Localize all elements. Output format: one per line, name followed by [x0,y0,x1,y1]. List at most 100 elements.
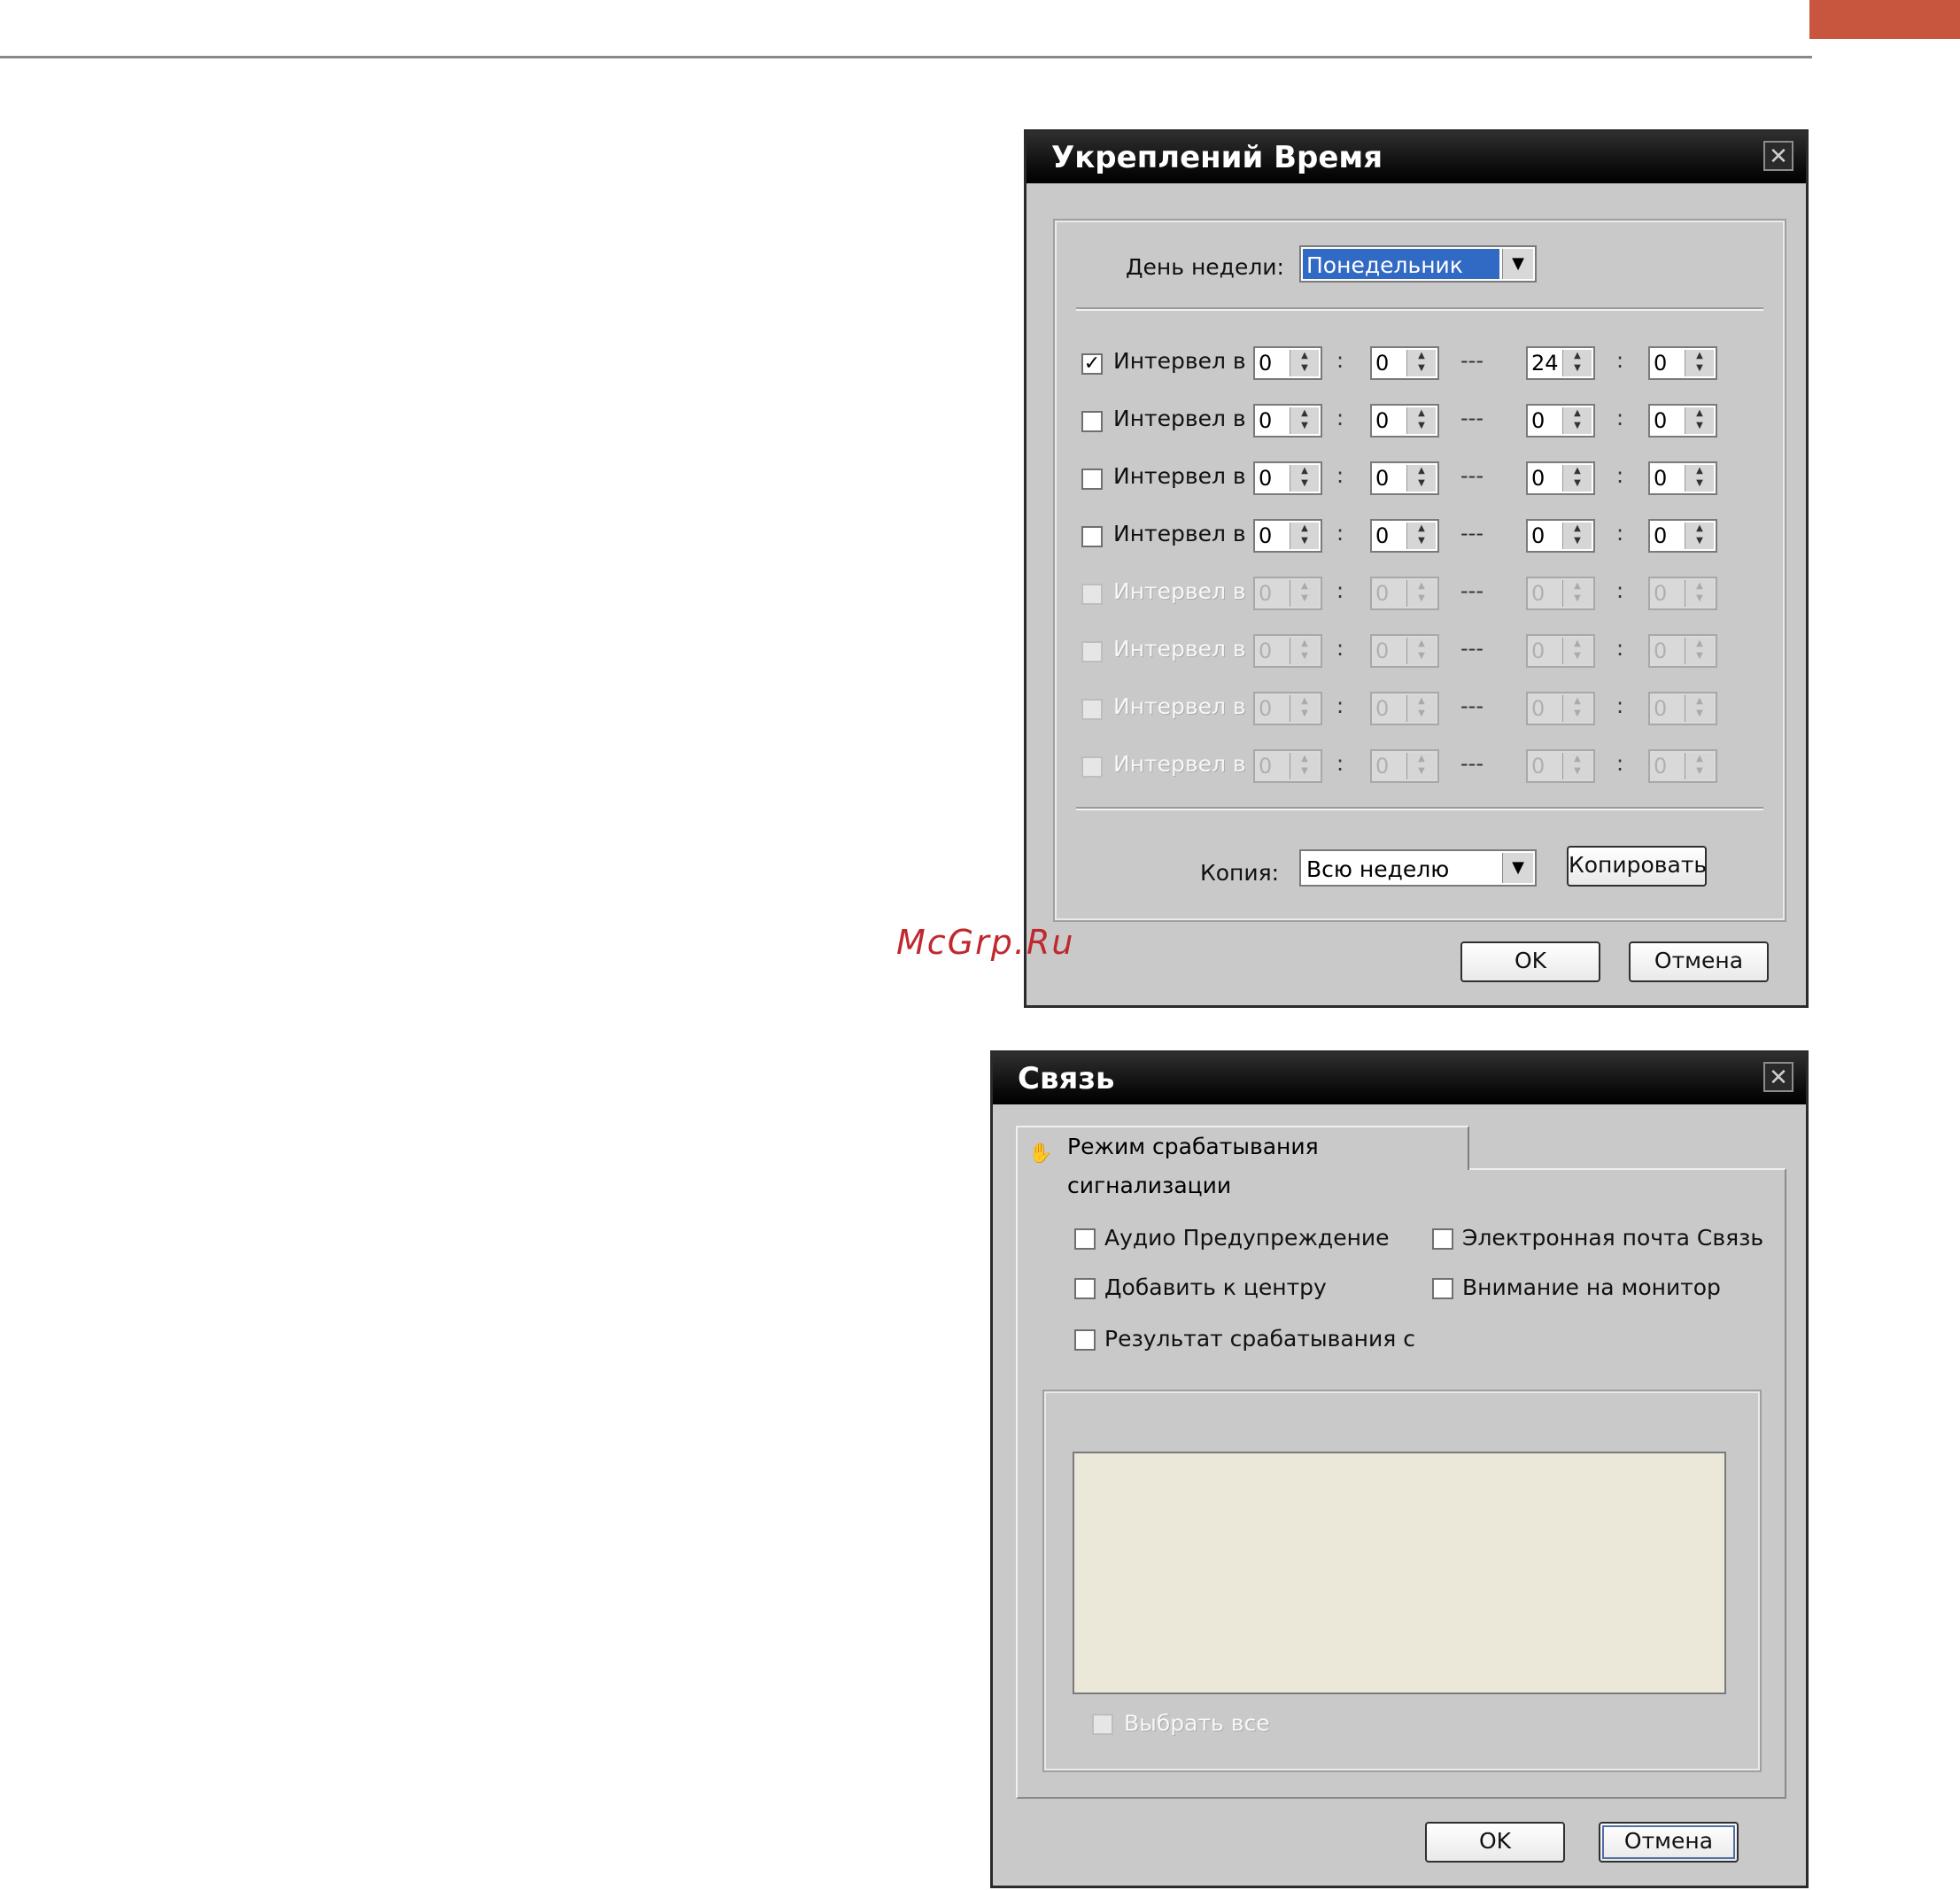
time-spinner[interactable]: 0 ▲ ▼ [1253,692,1322,725]
time-spinner[interactable]: 0 ▲ ▼ [1253,634,1322,668]
copy-select[interactable]: Всю неделю ▼ [1299,849,1537,887]
colon-separator: : [1336,521,1344,546]
spinner-arrows-icon[interactable]: ▲ ▼ [1685,638,1714,664]
spinner-arrows-icon[interactable]: ▲ ▼ [1406,580,1436,607]
copy-button[interactable]: Копировать [1567,846,1707,887]
time-spinner[interactable]: 0 ▲ ▼ [1648,634,1717,668]
time-spinner[interactable]: 0 ▲ ▼ [1370,577,1439,610]
spinner-arrows-icon[interactable]: ▲ ▼ [1290,695,1319,722]
time-spinner[interactable]: 0 ▲ ▼ [1648,346,1717,380]
spinner-arrows-icon[interactable]: ▲ ▼ [1562,580,1592,607]
spinner-arrows-icon[interactable]: ▲ ▼ [1406,407,1436,434]
time-spinner[interactable]: 0 ▲ ▼ [1526,404,1595,438]
spinner-arrows-icon[interactable]: ▲ ▼ [1406,638,1436,664]
spinner-arrows-icon[interactable]: ▲ ▼ [1290,753,1319,779]
spinner-arrows-icon[interactable]: ▲ ▼ [1290,407,1319,434]
spinner-value: 0 [1375,696,1390,721]
email-link-checkbox[interactable] [1432,1228,1453,1250]
link-dialog: Связь ✕ ✋ Режим срабатывания сигнализаци… [990,1050,1809,1888]
interval-checkbox[interactable] [1081,411,1103,432]
time-spinner[interactable]: 0 ▲ ▼ [1370,519,1439,553]
interval-checkbox[interactable] [1081,699,1103,720]
interval-checkbox[interactable] [1081,526,1103,547]
spinner-arrows-icon[interactable]: ▲ ▼ [1685,523,1714,549]
time-spinner[interactable]: 0 ▲ ▼ [1648,577,1717,610]
spinner-arrows-icon[interactable]: ▲ ▼ [1562,695,1592,722]
audio-warning-checkbox[interactable] [1074,1228,1096,1250]
spinner-arrows-icon[interactable]: ▲ ▼ [1290,523,1319,549]
time-spinner[interactable]: 0 ▲ ▼ [1648,404,1717,438]
interval-checkbox[interactable]: ✓ [1081,353,1103,375]
spinner-arrows-icon[interactable]: ▲ ▼ [1406,350,1436,376]
colon-separator: : [1616,521,1624,546]
time-spinner[interactable]: 0 ▲ ▼ [1648,692,1717,725]
spinner-arrows-icon[interactable]: ▲ ▼ [1562,407,1592,434]
time-spinner[interactable]: 0 ▲ ▼ [1648,749,1717,783]
time-spinner[interactable]: 0 ▲ ▼ [1526,577,1595,610]
spinner-arrows-icon[interactable]: ▲ ▼ [1685,465,1714,492]
spinner-arrows-icon[interactable]: ▲ ▼ [1406,465,1436,492]
channel-list[interactable] [1073,1452,1726,1694]
interval-checkbox[interactable] [1081,469,1103,490]
add-to-center-checkbox[interactable] [1074,1278,1096,1299]
time-spinner[interactable]: 0 ▲ ▼ [1370,461,1439,495]
time-spinner[interactable]: 0 ▲ ▼ [1253,749,1322,783]
spinner-arrows-icon[interactable]: ▲ ▼ [1562,753,1592,779]
time-spinner[interactable]: 0 ▲ ▼ [1370,692,1439,725]
range-separator: --- [1460,636,1484,661]
spinner-arrows-icon[interactable]: ▲ ▼ [1685,753,1714,779]
time-spinner[interactable]: 0 ▲ ▼ [1370,634,1439,668]
interval-checkbox[interactable] [1081,756,1103,778]
spinner-arrows-icon[interactable]: ▲ ▼ [1290,350,1319,376]
spinner-arrows-icon[interactable]: ▲ ▼ [1562,350,1592,376]
chevron-down-icon[interactable]: ▼ [1502,249,1533,279]
spinner-arrows-icon[interactable]: ▲ ▼ [1406,753,1436,779]
time-spinner[interactable]: 0 ▲ ▼ [1648,519,1717,553]
time-spinner[interactable]: 0 ▲ ▼ [1370,749,1439,783]
spinner-value: 0 [1259,639,1273,663]
spinner-arrows-icon[interactable]: ▲ ▼ [1685,407,1714,434]
spinner-arrows-icon[interactable]: ▲ ▼ [1685,695,1714,722]
colon-separator: : [1616,578,1624,603]
time-spinner[interactable]: 0 ▲ ▼ [1253,346,1322,380]
spinner-arrows-icon[interactable]: ▲ ▼ [1406,523,1436,549]
select-all-checkbox[interactable] [1092,1714,1113,1735]
tab-label: Режим срабатывания сигнализации [1067,1134,1319,1198]
ok-button[interactable]: OK [1460,941,1600,982]
time-spinner[interactable]: 0 ▲ ▼ [1526,692,1595,725]
interval-checkbox[interactable] [1081,641,1103,662]
time-spinner[interactable]: 0 ▲ ▼ [1253,577,1322,610]
monitor-attention-checkbox[interactable] [1432,1278,1453,1299]
trigger-result-checkbox[interactable] [1074,1329,1096,1351]
interval-checkbox[interactable] [1081,584,1103,605]
tab-alarm-mode[interactable]: ✋ Режим срабатывания сигнализации [1016,1126,1469,1198]
spinner-arrows-icon[interactable]: ▲ ▼ [1685,580,1714,607]
spinner-arrows-icon[interactable]: ▲ ▼ [1290,580,1319,607]
spinner-arrows-icon[interactable]: ▲ ▼ [1290,638,1319,664]
spinner-arrows-icon[interactable]: ▲ ▼ [1290,465,1319,492]
time-spinner[interactable]: 0 ▲ ▼ [1370,404,1439,438]
time-spinner[interactable]: 0 ▲ ▼ [1526,634,1595,668]
time-spinner[interactable]: 0 ▲ ▼ [1526,749,1595,783]
colon-separator: : [1336,751,1344,776]
close-icon[interactable]: ✕ [1763,1062,1793,1092]
spinner-arrows-icon[interactable]: ▲ ▼ [1562,638,1592,664]
weekday-select[interactable]: Понедельник ▼ [1299,245,1537,283]
time-spinner[interactable]: 0 ▲ ▼ [1648,461,1717,495]
time-spinner[interactable]: 0 ▲ ▼ [1526,461,1595,495]
time-spinner[interactable]: 0 ▲ ▼ [1253,519,1322,553]
spinner-arrows-icon[interactable]: ▲ ▼ [1685,350,1714,376]
close-icon[interactable]: ✕ [1763,141,1793,171]
spinner-arrows-icon[interactable]: ▲ ▼ [1562,523,1592,549]
ok-button[interactable]: OK [1425,1822,1565,1863]
spinner-arrows-icon[interactable]: ▲ ▼ [1406,695,1436,722]
cancel-button[interactable]: Отмена [1599,1822,1739,1863]
time-spinner[interactable]: 0 ▲ ▼ [1370,346,1439,380]
chevron-down-icon[interactable]: ▼ [1502,853,1533,883]
time-spinner[interactable]: 24 ▲ ▼ [1526,346,1595,380]
cancel-button[interactable]: Отмена [1629,941,1769,982]
time-spinner[interactable]: 0 ▲ ▼ [1253,461,1322,495]
spinner-arrows-icon[interactable]: ▲ ▼ [1562,465,1592,492]
time-spinner[interactable]: 0 ▲ ▼ [1253,404,1322,438]
time-spinner[interactable]: 0 ▲ ▼ [1526,519,1595,553]
